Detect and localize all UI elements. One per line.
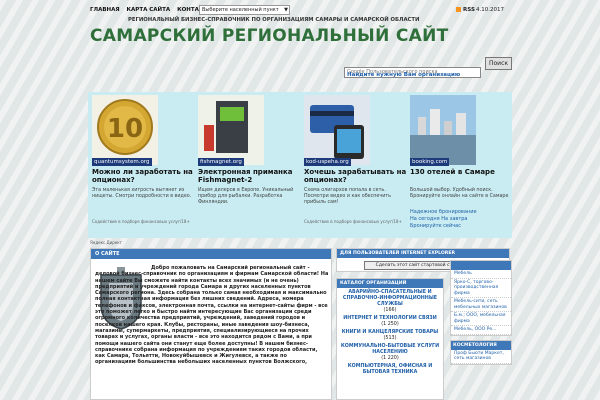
- ad-3[interactable]: kod-uspeha.org Хочешь зарабатывать на оп…: [304, 95, 408, 235]
- ad-2[interactable]: fishmagnet.org Электронная приманка Fish…: [198, 95, 302, 235]
- ad-1[interactable]: 10 quantumsystem.org Можно ли заработать…: [92, 95, 196, 235]
- company-link[interactable]: Мебель-сити, сеть мебельных магазинов: [451, 298, 511, 312]
- company-link[interactable]: Б.м.; ООО, мебельная фирма: [451, 312, 511, 326]
- ad-text: Схема олигархов попала в сеть. Посмотри …: [304, 188, 391, 205]
- yandex-direct-label[interactable]: Яндекс.Директ: [90, 240, 122, 245]
- top-bar: ГЛАВНАЯ КАРТА САЙТА КОНТАКТЫ Выберите на…: [86, 5, 514, 17]
- about-title: О САЙТЕ: [91, 249, 331, 259]
- cosmetology-title: КОСМЕТОЛОГИЯ: [451, 340, 511, 350]
- city-select[interactable]: Выберите населенный пункт ▼: [199, 5, 290, 15]
- rss-link[interactable]: RSS: [456, 7, 475, 13]
- card-image: [304, 95, 370, 165]
- ad-footnote: Содействие в подборе финансовых услуг/18…: [304, 219, 402, 224]
- search-box: Поиск Найдите нужную Вам организацию: [344, 57, 512, 78]
- company-link[interactable]: Мебель, ООО Ре...: [451, 326, 511, 335]
- ad-block: 10 quantumsystem.org Можно ли заработать…: [88, 92, 512, 238]
- catalog-item-label[interactable]: АВАРИЙНО-СПАСАТЕЛЬНЫЕ И СПРАВОЧНО-ИНФОРМ…: [337, 290, 443, 308]
- booking-links: Надежное бронирование На сегодня На завт…: [410, 209, 477, 230]
- middle-column: ДЛЯ ПОЛЬЗОВАТЕЛЕЙ INTERNET EXPLORER Сдел…: [336, 248, 510, 400]
- page: ГЛАВНАЯ КАРТА САЙТА КОНТАКТЫ Выберите на…: [86, 0, 514, 400]
- ad-text: Большой выбор. Удобный поиск. Бронируйте…: [410, 188, 509, 199]
- rss-icon: [456, 7, 461, 12]
- catalog-item[interactable]: КНИГИ И КАНЦЕЛЯРСКИЕ ТОВАРЫ (513): [337, 328, 443, 342]
- booking-link[interactable]: На сегодня На завтра: [410, 216, 477, 223]
- about-text: Добро пожаловать на Самарский региональн…: [95, 265, 329, 366]
- catalog-item-label[interactable]: КОМПЬЮТЕРНАЯ, ОФИСНАЯ И БЫТОВАЯ ТЕХНИКА: [337, 364, 443, 376]
- catalog-item[interactable]: АВАРИЙНО-СПАСАТЕЛЬНЫЕ И СПРАВОЧНО-ИНФОРМ…: [337, 288, 443, 314]
- nav-home[interactable]: ГЛАВНАЯ: [90, 7, 120, 13]
- ad-site: quantumsystem.org: [92, 158, 152, 166]
- booking-link[interactable]: Надежное бронирование: [410, 209, 477, 216]
- catalog-item[interactable]: КОММУНАЛЬНО-БЫТОВЫЕ УСЛУГИ НАСЕЛЕНИЮ (1 2…: [337, 342, 443, 362]
- ad-headline[interactable]: Электронная приманка Fishmagnet-2: [198, 168, 302, 184]
- ad-headline[interactable]: Можно ли заработать на опционах?: [92, 168, 196, 184]
- fishmagnet-image: [198, 95, 264, 165]
- catalog-box: КАТАЛОГ ОРГАНИЗАЦИЙ АВАРИЙНО-СПАСАТЕЛЬНЫ…: [336, 278, 444, 400]
- booking-link[interactable]: Бронируйте сейчас: [410, 223, 477, 230]
- coin-image: 10: [92, 95, 158, 165]
- furniture-box: Мебель Ярко-С, торгово-производственная …: [450, 260, 512, 336]
- make-homepage-title: ДЛЯ ПОЛЬЗОВАТЕЛЕЙ INTERNET EXPLORER: [337, 249, 509, 258]
- search-hint: Найдите нужную Вам организацию: [347, 72, 461, 78]
- city-select-value: Выберите населенный пункт: [202, 7, 279, 13]
- cosmetology-box: КОСМЕТОЛОГИЯ Проф Бьюти Маркет, сеть маг…: [450, 339, 512, 365]
- company-link[interactable]: Мебель: [451, 270, 511, 279]
- ad-site: booking.com: [410, 158, 450, 166]
- ad-site: kod-uspeha.org: [304, 158, 351, 166]
- search-button[interactable]: Поиск: [485, 57, 512, 70]
- ad-headline[interactable]: 130 отелей в Самаре: [410, 168, 514, 176]
- site-title[interactable]: САМАРСКИЙ РЕГИОНАЛЬНЫЙ САЙТ: [90, 26, 449, 46]
- ad-text: Ищем дилеров в Европе. Уникальный прибор…: [198, 188, 294, 205]
- right-column: Мебель Ярко-С, торгово-производственная …: [450, 260, 512, 400]
- about-box: О САЙТЕ Добро пожаловать на Самарский ре…: [90, 248, 332, 400]
- catalog-item-label[interactable]: КОММУНАЛЬНО-БЫТОВЫЕ УСЛУГИ НАСЕЛЕНИЮ: [337, 344, 443, 356]
- catalog-item[interactable]: КОМПЬЮТЕРНАЯ, ОФИСНАЯ И БЫТОВАЯ ТЕХНИКА: [337, 362, 443, 376]
- furniture-title: [451, 261, 511, 270]
- ad-footnote: Содействие в подборе финансовых услуг/18…: [92, 219, 190, 224]
- company-link[interactable]: Проф Бьюти Маркет, сеть магазинов: [451, 350, 511, 364]
- nav-sitemap[interactable]: КАРТА САЙТА: [127, 7, 171, 13]
- city-image: [410, 95, 476, 165]
- company-link[interactable]: Ярко-С, торгово-производственная фирма: [451, 279, 511, 298]
- ad-text: Эта маленькая хитрость вытянет из нищеты…: [92, 188, 192, 199]
- catalog-title: КАТАЛОГ ОРГАНИЗАЦИЙ: [337, 279, 443, 288]
- current-date: 4.10.2017: [476, 7, 504, 13]
- ad-headline[interactable]: Хочешь зарабатывать на опционах?: [304, 168, 408, 184]
- svg-text:10: 10: [107, 114, 143, 144]
- tagline: РЕГИОНАЛЬНЫЙ БИЗНЕС-СПРАВОЧНИК ПО ОРГАНИ…: [128, 17, 420, 23]
- ad-4[interactable]: booking.com 130 отелей в Самаре Большой …: [410, 95, 514, 235]
- catalog-item[interactable]: ИНТЕРНЕТ И ТЕХНОЛОГИИ СВЯЗИ (1 250): [337, 314, 443, 328]
- rss-label: RSS: [463, 7, 475, 13]
- ad-site: fishmagnet.org: [198, 158, 244, 166]
- chevron-down-icon: ▼: [284, 7, 288, 13]
